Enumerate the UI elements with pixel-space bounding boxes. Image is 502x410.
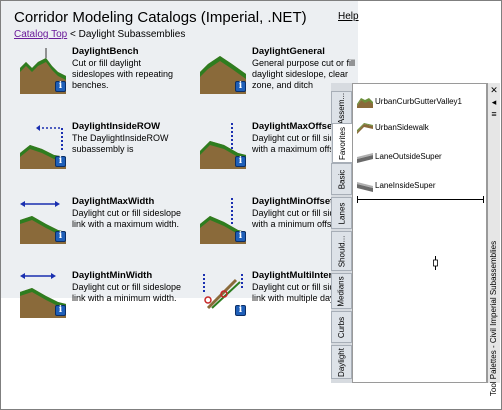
info-icon[interactable]: i [235,156,246,167]
palette-separator [357,199,484,200]
entry-title[interactable]: DaylightMaxOffset [252,121,335,132]
entry-title[interactable]: DaylightInsideROW [72,121,160,132]
entry-title[interactable]: DaylightMultiInterce [252,270,343,281]
tool-urban-sidewalk[interactable]: UrbanSidewalk [356,119,486,139]
catalog-entry-daylight-max-width[interactable]: i DaylightMaxWidth Daylight cut or fill … [18,196,188,254]
breadcrumb-catalog-top-link[interactable]: Catalog Top [14,29,67,40]
info-icon[interactable]: i [55,156,66,167]
lane-inside-super-icon [357,182,373,192]
info-icon[interactable]: i [235,305,246,316]
entry-description: Daylight cut or fill sideslope link with… [72,208,182,229]
tab-basic[interactable]: Basic [331,163,352,195]
breadcrumb-current: < Daylight Subassemblies [67,29,186,40]
tool-urban-curb-gutter-valley[interactable]: UrbanCurbGutterValley1 [356,93,486,113]
tab-shoulders[interactable]: Should... [331,231,352,271]
info-icon[interactable]: i [55,231,66,242]
tab-curbs[interactable]: Curbs [331,311,352,343]
entry-title[interactable]: DaylightBench [72,46,139,57]
help-link[interactable]: Help [338,11,359,22]
entry-title[interactable]: DaylightGeneral [252,46,325,57]
entry-title[interactable]: DaylightMinOffset [252,196,333,207]
sidewalk-icon [357,123,373,134]
tab-medians[interactable]: Medians [331,273,352,309]
tab-lanes[interactable]: Lanes [331,197,352,229]
catalog-entry-daylight-bench[interactable]: i DaylightBench Cut or fill daylight sid… [18,46,188,104]
palette-title: Tool Palettes - Civil Imperial Subassemb… [489,240,499,396]
info-icon[interactable]: i [235,81,246,92]
entry-description: Cut or fill daylight sideslopes with rep… [72,58,174,90]
info-icon[interactable]: i [55,305,66,316]
entry-title[interactable]: DaylightMaxWidth [72,196,154,207]
catalog-entry-daylight-min-width[interactable]: i DaylightMinWidth Daylight cut or fill … [18,270,188,328]
catalog-entry-daylight-inside-row[interactable]: i DaylightInsideROW The DaylightInsideRO… [18,121,188,179]
properties-icon[interactable]: ≡ [489,109,499,119]
breadcrumb: Catalog Top < Daylight Subassemblies [14,29,185,40]
close-icon[interactable]: ✕ [489,85,499,95]
autohide-icon[interactable]: ◂ [489,97,499,107]
entry-title[interactable]: DaylightMinWidth [72,270,152,281]
tab-favorites[interactable]: Favorites [332,123,353,163]
palette-tab-strip: Assem... Favorites Basic Lanes Should...… [331,83,353,383]
tab-daylight[interactable]: Daylight [331,345,352,379]
entry-description: The DaylightInsideROW subassembly is [72,133,169,154]
curb-gutter-icon [357,98,373,108]
lane-outside-super-icon [357,153,373,163]
tool-lane-inside-super[interactable]: LaneInsideSuper [356,177,486,197]
page-title: Corridor Modeling Catalogs (Imperial, .N… [14,9,307,26]
palette-drag-handle[interactable] [433,256,438,270]
catalog-page: Corridor Modeling Catalogs (Imperial, .N… [1,1,361,318]
info-icon[interactable]: i [55,81,66,92]
entry-description: Daylight cut or fill sideslope link with… [72,282,182,303]
separator-cap-left [357,196,358,203]
tool-lane-outside-super[interactable]: LaneOutsideSuper [356,148,486,168]
palette-title-bar[interactable]: ✕ ◂ ≡ Tool Palettes - Civil Imperial Sub… [487,83,500,396]
separator-cap-right [483,196,484,203]
info-icon[interactable]: i [235,231,246,242]
tab-assemblies[interactable]: Assem... [331,91,352,125]
